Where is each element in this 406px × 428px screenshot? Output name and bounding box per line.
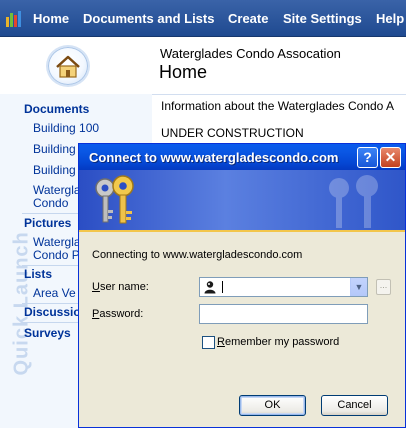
intro-text: Information about the Waterglades Condo … — [161, 99, 395, 113]
chevron-down-icon[interactable]: ▼ — [350, 278, 367, 296]
password-field[interactable] — [199, 304, 368, 324]
username-label: User name: — [92, 281, 149, 293]
ql-item-condo-pictures[interactable]: Condo P — [33, 249, 80, 262]
user-icon — [204, 281, 216, 294]
banner-divider — [79, 230, 405, 232]
close-button[interactable]: ✕ — [380, 147, 401, 168]
ql-heading-documents[interactable]: Documents — [24, 102, 89, 116]
dialog-title: Connect to www.watergladescondo.com — [89, 150, 339, 165]
ql-item-condo[interactable]: Condo — [33, 197, 68, 210]
dialog-banner — [79, 170, 405, 230]
nav-documents-and-lists[interactable]: Documents and Lists — [83, 11, 214, 26]
ql-item-building-3[interactable]: Building — [33, 164, 76, 177]
ok-button[interactable]: OK — [239, 395, 306, 416]
nav-site-settings[interactable]: Site Settings — [283, 11, 362, 26]
connect-dialog: Connect to www.watergladescondo.com ? ✕ … — [78, 143, 406, 428]
status-text: UNDER CONSTRUCTION — [161, 126, 304, 140]
sharepoint-logo-icon — [6, 11, 22, 27]
page-title: Home — [159, 62, 208, 82]
keys-watermark-icon — [329, 175, 378, 228]
remember-password-label[interactable]: Remember my password — [217, 336, 339, 348]
connecting-text: Connecting to www.watergladescondo.com — [92, 249, 303, 261]
nav-create[interactable]: Create — [228, 11, 268, 26]
username-combobox[interactable]: ▼ — [199, 277, 368, 297]
password-label: Password: — [92, 308, 144, 320]
cancel-button[interactable]: Cancel — [321, 395, 388, 416]
help-button[interactable]: ? — [357, 147, 378, 168]
home-icon[interactable] — [46, 45, 90, 87]
top-nav-bar: Home Documents and Lists Create Site Set… — [0, 0, 406, 37]
ql-heading-pictures[interactable]: Pictures — [24, 216, 71, 230]
ql-item-area-vendors[interactable]: Area Ve — [33, 287, 76, 300]
ql-item-building-2[interactable]: Building — [33, 143, 76, 156]
ql-heading-lists[interactable]: Lists — [24, 267, 52, 281]
browse-users-button[interactable]: ... — [376, 279, 391, 295]
nav-home[interactable]: Home — [33, 11, 69, 26]
text-caret — [222, 281, 223, 293]
dialog-titlebar[interactable]: Connect to www.watergladescondo.com ? ✕ — [79, 144, 405, 170]
site-name: Waterglades Condo Assocation — [160, 46, 341, 61]
keys-icon — [95, 175, 134, 224]
nav-help[interactable]: Help — [376, 11, 404, 26]
ql-item-building-100[interactable]: Building 100 — [33, 122, 99, 135]
ql-heading-surveys[interactable]: Surveys — [24, 326, 71, 340]
remember-password-checkbox[interactable] — [202, 336, 215, 349]
content-divider — [152, 94, 406, 95]
